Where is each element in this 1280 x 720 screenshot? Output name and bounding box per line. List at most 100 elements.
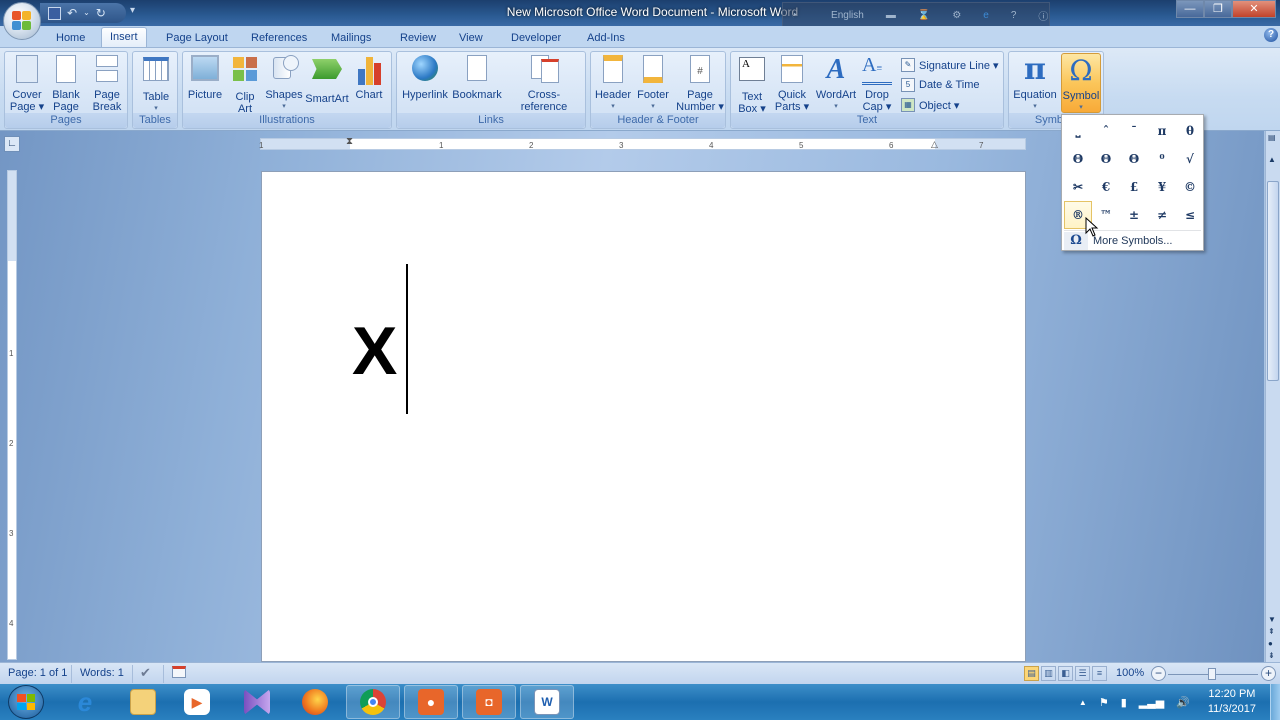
blank-page-button[interactable]: Blank Page	[47, 55, 85, 113]
network-signal-icon[interactable]: ▂▃▅	[1139, 696, 1164, 709]
cross-reference-button[interactable]: Cross-reference	[505, 55, 583, 113]
symbol-cell[interactable]: Θ	[1092, 145, 1120, 173]
symbol-cell[interactable]: Θ	[1120, 145, 1148, 173]
tab-review[interactable]: Review	[392, 29, 444, 47]
action-center-flag-icon[interactable]: ⚑	[1099, 696, 1109, 709]
tab-insert[interactable]: Insert	[101, 27, 147, 48]
taskbar-screenshot-tool[interactable]: ◘	[462, 685, 516, 719]
taskbar-media-player[interactable]: ▶	[170, 685, 224, 719]
picture-button[interactable]: Picture	[185, 55, 225, 101]
equation-button[interactable]: π Equation ▾	[1011, 55, 1059, 113]
ime-info-icon[interactable]: ⓘ	[1038, 8, 1048, 23]
ruler-view-icon[interactable]: ▤	[1268, 133, 1276, 142]
text-box-button[interactable]: A Text Box ▾	[733, 55, 771, 115]
taskbar-visual-studio[interactable]	[230, 685, 284, 719]
ime-tool-icon[interactable]: ⌛	[918, 10, 930, 21]
draft-view-icon[interactable]: ≡	[1092, 666, 1107, 681]
zoom-out-button[interactable]: −	[1151, 666, 1166, 681]
symbol-cell[interactable]: ±	[1120, 201, 1148, 229]
header-button[interactable]: Header ▾	[593, 55, 633, 113]
drop-cap-button[interactable]: A≡ Drop Cap ▾	[859, 55, 895, 113]
page-break-button[interactable]: Page Break	[87, 55, 127, 113]
symbol-cell[interactable]: ⁰	[1148, 145, 1176, 173]
volume-icon[interactable]: 🔊	[1176, 696, 1190, 709]
outline-view-icon[interactable]: ☰	[1075, 666, 1090, 681]
symbol-cell[interactable]: ˆ	[1092, 117, 1120, 145]
tab-add-ins[interactable]: Add-Ins	[579, 29, 633, 47]
symbol-cell[interactable]: ¯	[1120, 117, 1148, 145]
symbol-cell[interactable]: Θ	[1064, 145, 1092, 173]
hyperlink-button[interactable]: Hyperlink	[399, 55, 451, 101]
symbol-cell[interactable]: £	[1120, 173, 1148, 201]
ime-settings-icon[interactable]: ⚙	[952, 10, 961, 21]
print-layout-view-icon[interactable]: ▤	[1024, 666, 1039, 681]
taskbar-chrome[interactable]	[346, 685, 400, 719]
tab-developer[interactable]: Developer	[503, 29, 569, 47]
page-number-button[interactable]: # Page Number ▾	[675, 55, 725, 113]
scroll-up-icon[interactable]: ▲	[1268, 155, 1276, 164]
ime-icon[interactable]: ◔	[791, 10, 797, 21]
tab-home[interactable]: Home	[48, 29, 93, 47]
object-button[interactable]: ▦ Object ▾	[901, 96, 959, 114]
ime-pad-icon[interactable]: ▬	[886, 10, 896, 21]
symbol-cell[interactable]: θ	[1176, 117, 1204, 145]
symbol-cell[interactable]: ©	[1176, 173, 1204, 201]
next-page-icon[interactable]: ⇟	[1268, 651, 1275, 660]
macro-recording-icon[interactable]	[172, 666, 186, 678]
date-time-button[interactable]: 5 Date & Time	[901, 76, 980, 94]
scroll-down-icon[interactable]: ▼	[1268, 615, 1276, 624]
tab-references[interactable]: References	[243, 29, 315, 47]
symbol-cell[interactable]: ≠	[1148, 201, 1176, 229]
taskbar-microsoft-word[interactable]: W	[520, 685, 574, 719]
symbol-button[interactable]: Ω Symbol ▾	[1061, 53, 1101, 113]
show-desktop-button[interactable]	[1270, 684, 1280, 720]
smartart-button[interactable]: SmartArt	[305, 55, 349, 105]
help-icon[interactable]: ?	[1264, 28, 1278, 42]
clip-art-button[interactable]: Clip Art	[229, 55, 261, 115]
symbol-cell[interactable]: π	[1148, 117, 1176, 145]
close-button[interactable]: ✕	[1232, 0, 1276, 18]
symbol-cell[interactable]: ≤	[1176, 201, 1204, 229]
word-count[interactable]: Words: 1	[80, 667, 124, 679]
indent-marker[interactable]: ⧗	[346, 136, 353, 147]
ime-language[interactable]: English	[831, 10, 864, 21]
page-count[interactable]: Page: 1 of 1	[8, 667, 67, 679]
scrollbar-thumb[interactable]	[1267, 181, 1279, 381]
shapes-button[interactable]: Shapes ▾	[265, 55, 303, 113]
clock[interactable]: 12:20 PM 11/3/2017	[1208, 687, 1256, 717]
cover-page-button[interactable]: Cover Page ▾	[7, 55, 47, 113]
tab-selector[interactable]: ∟	[4, 136, 20, 152]
tab-page-layout[interactable]: Page Layout	[158, 29, 236, 47]
footer-button[interactable]: Footer ▾	[633, 55, 673, 113]
symbol-cell[interactable]: ¥	[1148, 173, 1176, 201]
zoom-in-button[interactable]: +	[1261, 666, 1276, 681]
web-layout-view-icon[interactable]: ◧	[1058, 666, 1073, 681]
tab-mailings[interactable]: Mailings	[323, 29, 379, 47]
show-hidden-icons-button[interactable]: ▲	[1079, 698, 1087, 707]
start-button[interactable]	[8, 685, 44, 719]
quick-parts-button[interactable]: Quick Parts ▾	[773, 55, 811, 113]
power-icon[interactable]: ▮	[1121, 696, 1127, 709]
tab-view[interactable]: View	[451, 29, 491, 47]
zoom-level[interactable]: 100%	[1116, 667, 1144, 679]
document-text[interactable]: X	[352, 312, 397, 390]
restore-button[interactable]: ❐	[1204, 0, 1232, 18]
ime-ie-icon[interactable]: e	[983, 10, 989, 21]
full-screen-reading-view-icon[interactable]: ▥	[1041, 666, 1056, 681]
chart-button[interactable]: Chart	[351, 55, 387, 101]
proofing-icon[interactable]: ✔	[140, 665, 151, 681]
horizontal-ruler[interactable]: 1 1 2 3 4 5 6 7 ⧗ △	[259, 136, 1026, 150]
vertical-ruler[interactable]: 1 2 3 4	[7, 170, 17, 660]
table-button[interactable]: Table ▾	[137, 55, 175, 115]
zoom-slider-thumb[interactable]	[1208, 668, 1216, 680]
symbol-cell[interactable]: ✂	[1064, 173, 1092, 201]
taskbar-internet-explorer[interactable]: e	[58, 685, 112, 719]
bookmark-button[interactable]: Bookmark	[452, 55, 502, 101]
signature-line-button[interactable]: ✎ Signature Line ▾	[901, 56, 999, 74]
symbol-cell[interactable]: ⎵	[1064, 117, 1092, 145]
taskbar-screen-recorder[interactable]: ●	[404, 685, 458, 719]
right-indent-marker[interactable]: △	[931, 139, 938, 150]
previous-page-icon[interactable]: ⇞	[1268, 627, 1275, 636]
ime-help-icon[interactable]: ?	[1011, 10, 1017, 21]
document-page[interactable]: X	[261, 171, 1026, 662]
